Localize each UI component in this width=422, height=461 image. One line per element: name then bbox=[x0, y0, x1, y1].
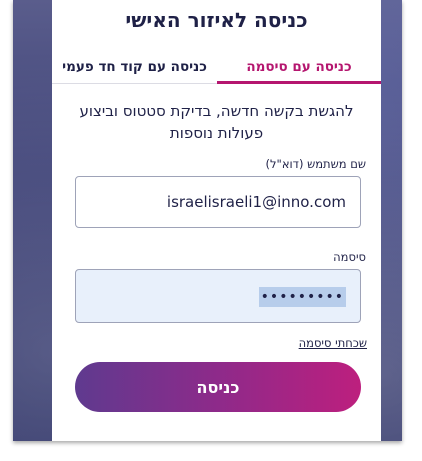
username-input[interactable] bbox=[75, 176, 361, 228]
background-frame: כניסה לאיזור האישי כניסה עם סיסמה כניסה … bbox=[13, 0, 402, 441]
tab-password-login[interactable]: כניסה עם סיסמה bbox=[217, 52, 381, 84]
intro-text: להגשת בקשה חדשה, בדיקת סטטוס וביצוע פעול… bbox=[79, 102, 354, 142]
login-button[interactable]: כניסה bbox=[75, 362, 361, 412]
password-masked-value: ••••••••• bbox=[258, 287, 346, 307]
password-input[interactable]: ••••••••• bbox=[75, 269, 361, 323]
login-tabs: כניסה עם סיסמה כניסה עם קוד חד פעמי bbox=[52, 52, 381, 84]
tab-otp-login[interactable]: כניסה עם קוד חד פעמי bbox=[52, 52, 217, 84]
page-title: כניסה לאיזור האישי bbox=[125, 8, 308, 32]
password-label: סיסמה bbox=[333, 250, 366, 264]
forgot-password-link[interactable]: שכחתי סיסמה bbox=[299, 336, 367, 350]
login-panel: כניסה לאיזור האישי כניסה עם סיסמה כניסה … bbox=[52, 0, 381, 441]
username-label: שם משתמש (דוא"ל) bbox=[265, 157, 366, 171]
